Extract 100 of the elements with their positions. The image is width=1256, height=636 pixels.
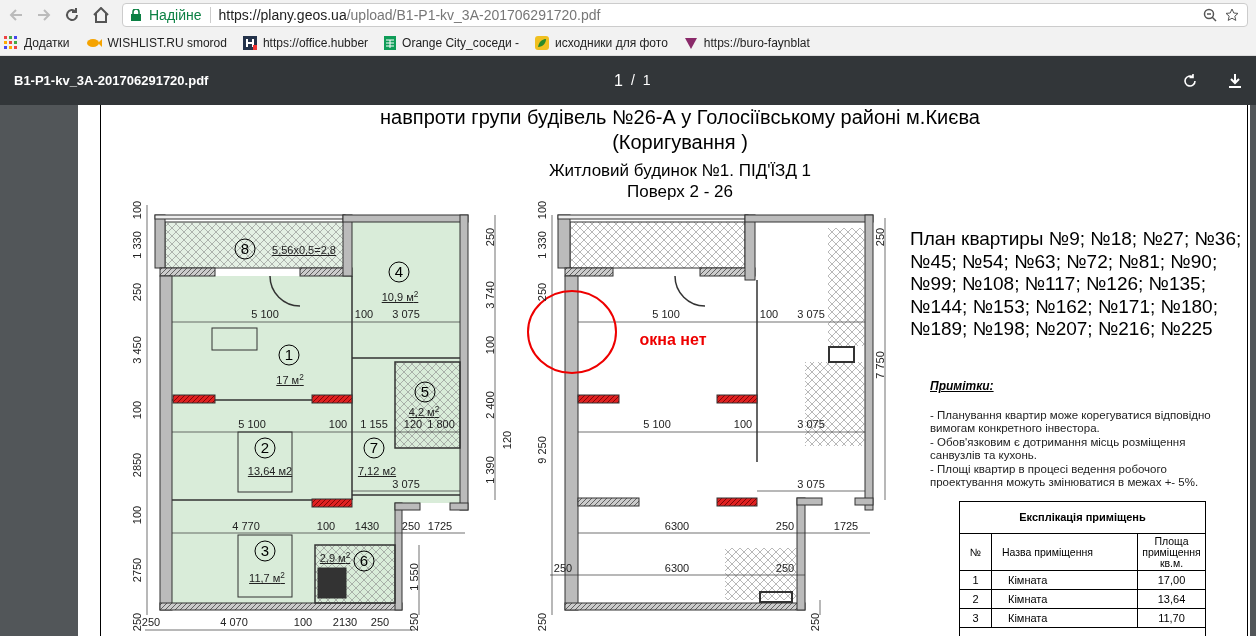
apartments-heading: План квартиры №9; №18; №27; №36; №45; №54; №63; №72; №81; №90; №99; №108; №117; №126; №135; №144; №153; №162; №171; №180; №189; №198; №207; №216; №225 bbox=[910, 228, 1243, 341]
dimension-label: 100 bbox=[733, 418, 753, 430]
lock-icon bbox=[131, 9, 141, 21]
dimension-label: 1 155 bbox=[360, 418, 388, 430]
dimension-label: 250 bbox=[775, 520, 795, 532]
page-separator: / bbox=[630, 71, 635, 90]
bookmark[interactable]: WISHLIST.RU smorod bbox=[85, 33, 227, 52]
dimension-label: 3 075 bbox=[392, 478, 420, 490]
dimension-label: 100 bbox=[328, 418, 348, 430]
dimension-label: 120 bbox=[501, 430, 513, 450]
dimension-label: 2750 bbox=[131, 557, 143, 583]
star-icon[interactable] bbox=[1225, 8, 1239, 22]
room-area: 7,12 м2 bbox=[357, 465, 397, 477]
column-header: Площа приміщення кв.м. bbox=[1137, 534, 1205, 570]
url-text: https://plany.geos.ua/upload/B1-P1-kv_3A-201706291720.pdf bbox=[218, 5, 602, 25]
home-icon[interactable] bbox=[92, 7, 110, 23]
dimension-label: 250 bbox=[775, 562, 795, 574]
dimension-label: 5 100 bbox=[652, 308, 680, 320]
column-header: № bbox=[968, 544, 983, 560]
dimension-label: 4 070 bbox=[220, 616, 248, 628]
v-logo-icon bbox=[683, 35, 698, 50]
dimension-label: 100 bbox=[484, 335, 496, 355]
room-area: 2,9 м$^{2}$ bbox=[319, 552, 351, 564]
dimension-label: 100 bbox=[354, 308, 374, 320]
dimension-label: 6300 bbox=[664, 562, 690, 574]
dimension-label: 100 bbox=[293, 616, 313, 628]
table-cell: 13,64 bbox=[1137, 590, 1205, 608]
note-text: - Планування квартир може корегуватися відповідно вимогам конкретного інвестора. bbox=[930, 408, 1212, 436]
dimension-label: 1430 bbox=[354, 520, 380, 532]
dimension-label: 5 100 bbox=[238, 418, 266, 430]
leaf-icon bbox=[535, 35, 550, 50]
column-header: Назва приміщення bbox=[991, 534, 1137, 570]
room-area: 10,9 м$^{2}$ bbox=[381, 291, 419, 303]
apps-icon bbox=[4, 35, 18, 50]
page-count: 1 bbox=[642, 71, 651, 90]
dimension-label: 120 bbox=[403, 418, 423, 430]
dimension-label: 250 bbox=[370, 616, 390, 628]
dimension-label: 2850 bbox=[131, 452, 143, 478]
dimension-label: 2130 bbox=[332, 616, 358, 628]
download-icon[interactable] bbox=[1228, 72, 1242, 89]
note-text: - Обов'язковим є дотримання місць розміщення санвузлів та кухонь. bbox=[930, 435, 1187, 463]
reload-icon[interactable] bbox=[64, 7, 80, 23]
table-cell: Кімната bbox=[991, 571, 1137, 589]
table-cell: Кімната bbox=[991, 609, 1137, 627]
dimension-label: 1 330 bbox=[536, 231, 548, 259]
room-area: 5,56x0,5=2,8 bbox=[272, 244, 336, 256]
document-title: (Коригування ) bbox=[612, 130, 748, 155]
dimension-label: 100 bbox=[316, 520, 336, 532]
dimension-label: 3 075 bbox=[797, 478, 825, 490]
table-title: Експлікація приміщень bbox=[960, 502, 1205, 534]
bookmark[interactable]: исходники для фото bbox=[535, 33, 668, 52]
bookmark[interactable]: Додатки bbox=[4, 33, 70, 52]
dimension-label: 4 770 bbox=[232, 520, 260, 532]
room-area: 17 м$^{2}$ bbox=[276, 374, 304, 386]
dimension-label: 6300 bbox=[664, 520, 690, 532]
dimension-label: 3 075 bbox=[797, 308, 825, 320]
dimension-label: 1 550 bbox=[408, 563, 420, 591]
dimension-label: 7 750 bbox=[874, 351, 886, 379]
dimension-label: 1725 bbox=[833, 520, 859, 532]
dimension-label: 250 bbox=[484, 227, 496, 247]
rotate-icon[interactable] bbox=[1182, 72, 1198, 89]
dimension-label: 3 740 bbox=[484, 281, 496, 309]
dimension-label: 250 bbox=[809, 612, 821, 632]
letter-logo-icon bbox=[242, 35, 257, 50]
dimension-label: 250 bbox=[131, 282, 143, 302]
room-number: 2 bbox=[254, 437, 276, 459]
bookmark[interactable]: Orange City_соседи - bbox=[384, 33, 520, 52]
table-cell: 17,00 bbox=[1137, 571, 1205, 589]
table-cell: Кімната bbox=[991, 590, 1137, 608]
dimension-label: 1725 bbox=[427, 520, 453, 532]
dimension-label: 1 330 bbox=[131, 231, 143, 259]
dimension-label: 250 bbox=[536, 282, 548, 302]
zoom-icon[interactable] bbox=[1203, 8, 1217, 22]
handwritten-note: окна нет bbox=[639, 330, 707, 350]
dimension-label: 250 bbox=[401, 520, 421, 532]
table-cell: 11,70 bbox=[1137, 609, 1205, 627]
address-bar[interactable]: Надійне https://plany.geos.ua/upload/B1-P1-kv_3A-201706291720.pdf bbox=[122, 3, 1248, 27]
table-cell-text: 3 bbox=[971, 610, 980, 626]
dimension-label: 250 bbox=[408, 612, 420, 632]
dimension-label: 250 bbox=[874, 227, 886, 247]
dimension-label: 3 075 bbox=[392, 308, 420, 320]
room-area: 13,64 м2 bbox=[247, 465, 293, 477]
table-cell-text: 2 bbox=[971, 591, 980, 607]
dimension-label: 1 390 bbox=[484, 456, 496, 484]
page-number[interactable]: 1 bbox=[614, 68, 623, 93]
file-name: B1-P1-kv_3A-201706291720.pdf bbox=[14, 71, 210, 90]
room-area: 4,2 м$^{2}$ bbox=[408, 406, 440, 418]
dimension-label: 250 bbox=[536, 612, 548, 632]
dimension-label: 5 100 bbox=[643, 418, 671, 430]
dimension-label: 9 250 bbox=[536, 436, 548, 464]
bookmark[interactable]: https://office.hubber bbox=[242, 33, 369, 52]
note-text: - Площі квартир в процесі ведення робочого проектування можуть змінюватися в межах +- 5%. bbox=[930, 462, 1200, 490]
spreadsheet-icon bbox=[384, 35, 397, 50]
document-subtitle: Житловий будинок №1. ПІД'ЇЗД 1 bbox=[548, 160, 812, 181]
dimension-label: 1 800 bbox=[427, 418, 455, 430]
document-title: навпроти групи будівель №26-А у Голосіївському районі м.Києва bbox=[380, 105, 980, 130]
dimension-label: 250 bbox=[131, 612, 143, 632]
document-subtitle: Поверх 2 - 26 bbox=[627, 181, 733, 202]
dimension-label: 5 100 bbox=[251, 308, 279, 320]
bookmark[interactable]: https://buro-faynblat bbox=[683, 33, 810, 52]
